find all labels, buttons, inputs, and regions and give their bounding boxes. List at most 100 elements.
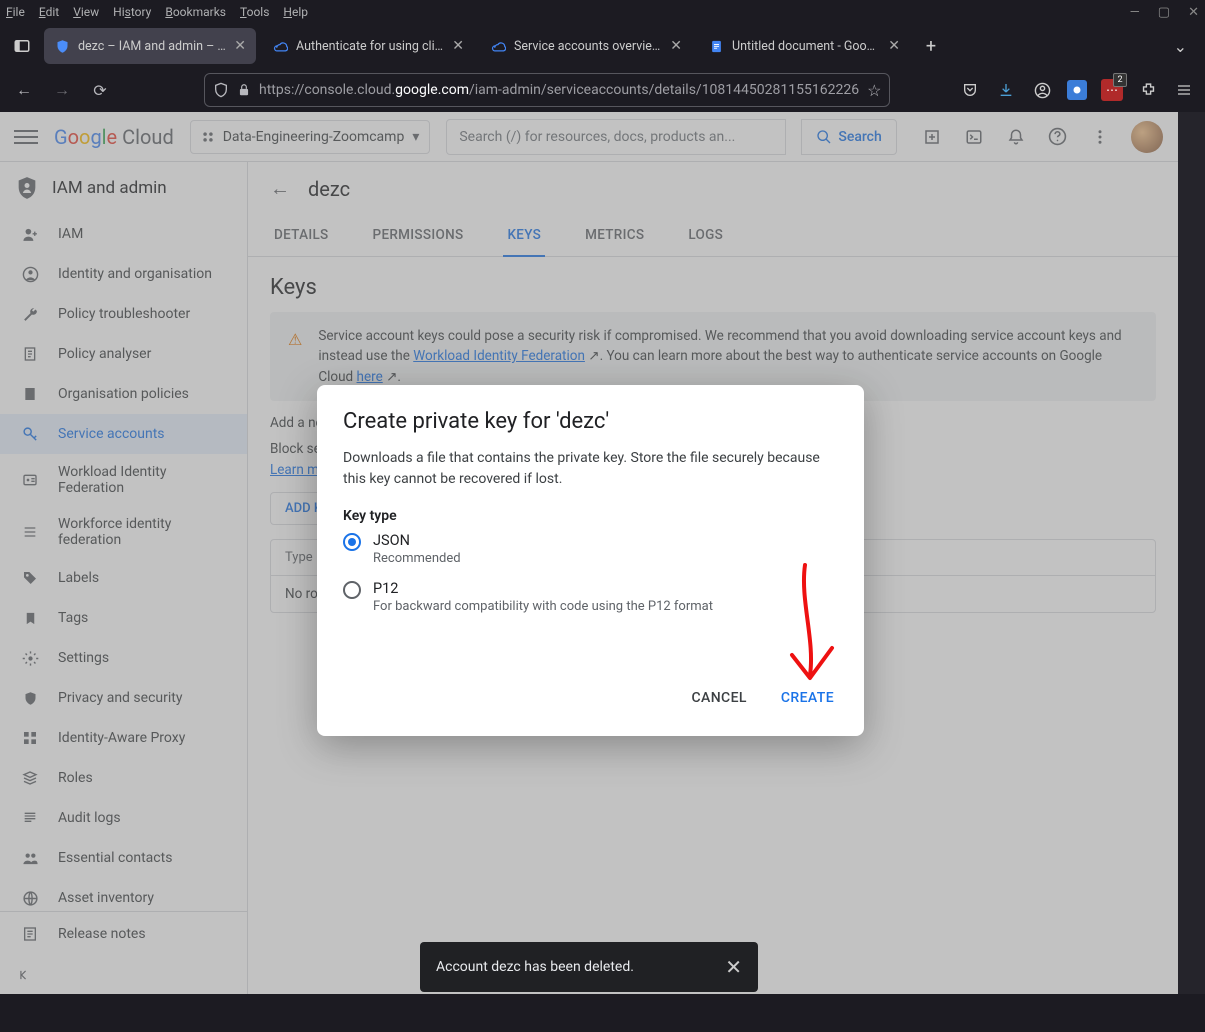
hamburger-menu-icon[interactable]	[1173, 79, 1195, 101]
toast-close-icon[interactable]: ✕	[725, 955, 742, 979]
sidebar-item-organisation-policies[interactable]: Organisation policies	[0, 374, 247, 414]
window-minimize[interactable]: —	[1130, 5, 1140, 20]
sidebar-release-notes[interactable]: Release notes	[0, 914, 247, 954]
tab-details[interactable]: DETAILS	[270, 215, 333, 256]
browser-scrollbar[interactable]	[1178, 112, 1205, 994]
tab-favicon-gcloud-icon	[272, 38, 288, 54]
help-icon[interactable]	[1047, 126, 1069, 148]
window-maximize[interactable]: ▢	[1158, 5, 1170, 20]
forward-button[interactable]: →	[48, 76, 76, 104]
tab-logs[interactable]: LOGS	[684, 215, 727, 256]
firefox-view-button[interactable]	[6, 30, 38, 62]
radio-selected-icon[interactable]	[343, 533, 361, 551]
gear-icon	[20, 648, 40, 668]
sidebar-header: IAM and admin	[0, 162, 247, 214]
bookmark-star-icon[interactable]: ☆	[867, 81, 881, 100]
sidebar-item-policy-troubleshooter[interactable]: Policy troubleshooter	[0, 294, 247, 334]
sidebar-item-labels[interactable]: Labels	[0, 558, 247, 598]
user-avatar[interactable]	[1131, 121, 1163, 153]
create-button[interactable]: CREATE	[777, 684, 838, 712]
learn-more-link[interactable]: here	[357, 369, 383, 385]
extensions-icon[interactable]	[1137, 79, 1159, 101]
tab-close-icon[interactable]: ✕	[234, 38, 246, 54]
key-type-json-option[interactable]: JSON Recommended	[343, 532, 838, 566]
address-bar[interactable]: https://console.cloud.google.com/iam-adm…	[204, 73, 890, 107]
tab-metrics[interactable]: METRICS	[581, 215, 648, 256]
window-close[interactable]: ✕	[1188, 5, 1199, 20]
sidebar-item-audit-logs[interactable]: Audit logs	[0, 798, 247, 838]
sidebar-item-asset-inventory[interactable]: Asset inventory	[0, 878, 247, 911]
workload-identity-link[interactable]: Workload Identity Federation	[413, 348, 585, 364]
sidebar-item-tags[interactable]: Tags	[0, 598, 247, 638]
browser-tab-1[interactable]: Authenticate for using client lib ✕	[262, 28, 474, 64]
assistant-icon[interactable]	[921, 126, 943, 148]
more-icon[interactable]	[1089, 126, 1111, 148]
tab-title: Service accounts overview | IA	[514, 39, 662, 54]
menu-tools[interactable]: Tools	[240, 5, 269, 19]
cancel-button[interactable]: CANCEL	[688, 684, 751, 712]
extension-noscript-icon[interactable]: ⋯	[1101, 79, 1123, 101]
menu-bookmarks[interactable]: Bookmarks	[165, 5, 226, 19]
menu-help[interactable]: Help	[283, 5, 308, 19]
extension-blue-icon[interactable]	[1067, 80, 1087, 100]
warning-icon: ⚠	[288, 328, 302, 387]
collapse-sidebar-button[interactable]	[0, 956, 247, 994]
sidebar-item-iam[interactable]: IAM	[0, 214, 247, 254]
download-icon[interactable]	[995, 79, 1017, 101]
new-tab-button[interactable]: +	[916, 31, 946, 61]
menu-edit[interactable]: Edit	[39, 5, 59, 19]
tab-keys[interactable]: KEYS	[503, 215, 545, 257]
doc-icon	[20, 344, 40, 364]
firefox-menu-bar: File Edit View History Bookmarks Tools H…	[0, 0, 1205, 24]
page-icon	[20, 384, 40, 404]
menu-history[interactable]: History	[113, 5, 151, 19]
back-arrow-button[interactable]: ←	[270, 176, 290, 201]
search-icon	[816, 129, 832, 145]
sidebar-item-settings[interactable]: Settings	[0, 638, 247, 678]
sidebar-item-identity-and-organisation[interactable]: Identity and organisation	[0, 254, 247, 294]
sidebar-item-privacy-and-security[interactable]: Privacy and security	[0, 678, 247, 718]
browser-tab-2[interactable]: Service accounts overview | IA ✕	[480, 28, 692, 64]
sidebar-item-service-accounts[interactable]: Service accounts	[0, 414, 247, 454]
tab-close-icon[interactable]: ✕	[452, 38, 464, 54]
chevron-down-icon: ▾	[412, 129, 419, 145]
person-add-icon	[20, 224, 40, 244]
radio-unselected-icon[interactable]	[343, 581, 361, 599]
google-cloud-logo[interactable]: Google Cloud	[54, 125, 174, 149]
menu-file[interactable]: File	[6, 5, 25, 19]
key-type-p12-option[interactable]: P12 For backward compatibility with code…	[343, 580, 838, 614]
gcloud-search-input[interactable]: Search (/) for resources, docs, products…	[446, 119, 786, 155]
tab-permissions[interactable]: PERMISSIONS	[369, 215, 468, 256]
tab-close-icon[interactable]: ✕	[888, 38, 900, 54]
sidebar-item-policy-analyser[interactable]: Policy analyser	[0, 334, 247, 374]
project-picker[interactable]: Data-Engineering-Zoomcamp ▾	[190, 120, 431, 154]
pocket-icon[interactable]	[959, 79, 981, 101]
sidebar-item-roles[interactable]: Roles	[0, 758, 247, 798]
keys-heading: Keys	[270, 275, 1156, 300]
gcloud-search-button[interactable]: Search	[801, 119, 896, 155]
nav-menu-button[interactable]	[14, 125, 38, 149]
url-text: https://console.cloud.google.com/iam-adm…	[259, 82, 859, 98]
cloud-shell-icon[interactable]	[963, 126, 985, 148]
detail-tabs: DETAILS PERMISSIONS KEYS METRICS LOGS	[248, 215, 1178, 257]
sidebar-item-workload-identity-federation[interactable]: Workload Identity Federation	[0, 454, 247, 506]
release-notes-icon	[20, 924, 40, 944]
sidebar-item-essential-contacts[interactable]: Essential contacts	[0, 838, 247, 878]
shield-tracking-icon[interactable]	[213, 82, 229, 98]
sidebar-item-workforce-identity-federation[interactable]: Workforce identity federation	[0, 506, 247, 558]
browser-tab-strip: dezc – IAM and admin – Data-E ✕ Authenti…	[0, 24, 1205, 68]
notifications-icon[interactable]	[1005, 126, 1027, 148]
account-icon[interactable]	[1031, 79, 1053, 101]
tab-close-icon[interactable]: ✕	[670, 38, 682, 54]
menu-view[interactable]: View	[73, 5, 99, 19]
lock-icon[interactable]	[237, 83, 251, 97]
toast-message: Account dezc has been deleted.	[436, 959, 725, 975]
gcloud-header: Google Cloud Data-Engineering-Zoomcamp ▾…	[0, 112, 1178, 162]
back-button[interactable]: ←	[10, 76, 38, 104]
browser-tab-0[interactable]: dezc – IAM and admin – Data-E ✕	[44, 28, 256, 64]
sidebar-item-identity-aware-proxy[interactable]: Identity-Aware Proxy	[0, 718, 247, 758]
browser-tab-3[interactable]: Untitled document - Google Do ✕	[698, 28, 910, 64]
reload-button[interactable]: ⟳	[86, 76, 114, 104]
tab-overflow-button[interactable]: ⌄	[1162, 37, 1199, 56]
learn-more-partial[interactable]: Learn m	[270, 462, 319, 478]
